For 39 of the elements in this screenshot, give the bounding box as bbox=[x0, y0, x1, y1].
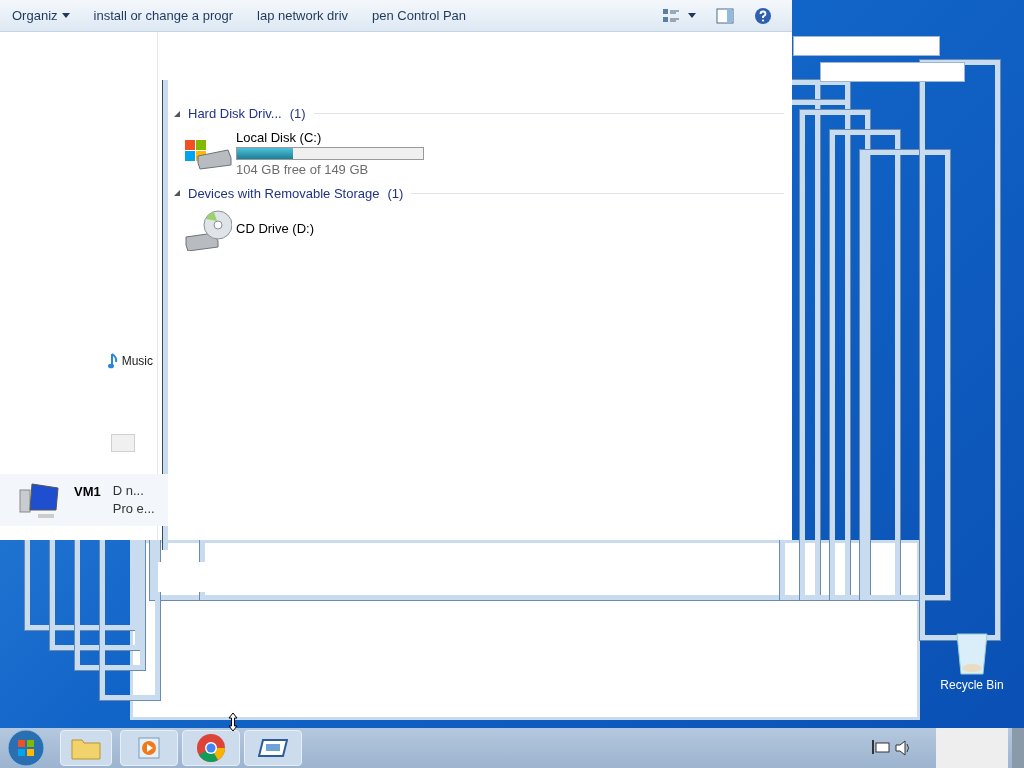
browser-icon bbox=[196, 733, 226, 763]
toolbar-button[interactable]: Organiz bbox=[0, 0, 82, 31]
computer-icon bbox=[18, 480, 62, 520]
toolbar-button[interactable]: lap network driv bbox=[245, 0, 361, 31]
search-field[interactable] bbox=[820, 62, 965, 82]
start-button[interactable] bbox=[6, 728, 46, 768]
volume-icon[interactable] bbox=[894, 739, 912, 757]
recycle-bin-icon bbox=[954, 630, 990, 676]
free-space-text: 104 GB free of 149 GB bbox=[236, 161, 370, 179]
collapse-arrow-icon[interactable] bbox=[174, 110, 180, 117]
detail-text: Pro e... bbox=[112, 500, 155, 518]
collapse-arrow-icon[interactable] bbox=[174, 190, 180, 197]
group-count: (1) bbox=[387, 184, 404, 203]
view-options-icon[interactable] bbox=[662, 7, 680, 24]
nav-item[interactable]: Music bbox=[121, 352, 153, 370]
taskbar-button[interactable] bbox=[244, 730, 302, 766]
resize-cursor-icon bbox=[228, 712, 238, 732]
desktop-icon-label[interactable]: Recycle Bin bbox=[940, 676, 1004, 694]
toolbar-button[interactable]: install or change a progr bbox=[81, 0, 245, 31]
caret-icon[interactable] bbox=[688, 13, 696, 18]
taskbar-button[interactable] bbox=[182, 730, 240, 766]
network-icon[interactable] bbox=[872, 739, 890, 757]
group-header[interactable]: Hard Disk Driv... bbox=[188, 104, 282, 124]
toolbar-button[interactable]: pen Control Pan bbox=[360, 0, 478, 31]
drive-name[interactable]: Local Disk (C:) bbox=[236, 127, 424, 147]
computer-name: VM1 bbox=[74, 483, 101, 501]
detail-text: D n... bbox=[112, 482, 145, 500]
group-header[interactable]: Devices with Removable Storage bbox=[188, 183, 380, 203]
music-note-icon bbox=[107, 353, 118, 369]
cd-drive-icon bbox=[184, 207, 232, 251]
hard-disk-icon bbox=[184, 137, 232, 170]
window-icon bbox=[258, 738, 288, 758]
preview-pane-icon[interactable] bbox=[716, 7, 734, 24]
play-icon bbox=[137, 736, 161, 760]
drive-name[interactable]: CD Drive (D:) bbox=[236, 219, 314, 239]
search-field[interactable] bbox=[793, 36, 940, 56]
help-icon[interactable] bbox=[754, 6, 772, 25]
group-count: (1) bbox=[289, 105, 306, 123]
folder-icon bbox=[71, 736, 101, 760]
